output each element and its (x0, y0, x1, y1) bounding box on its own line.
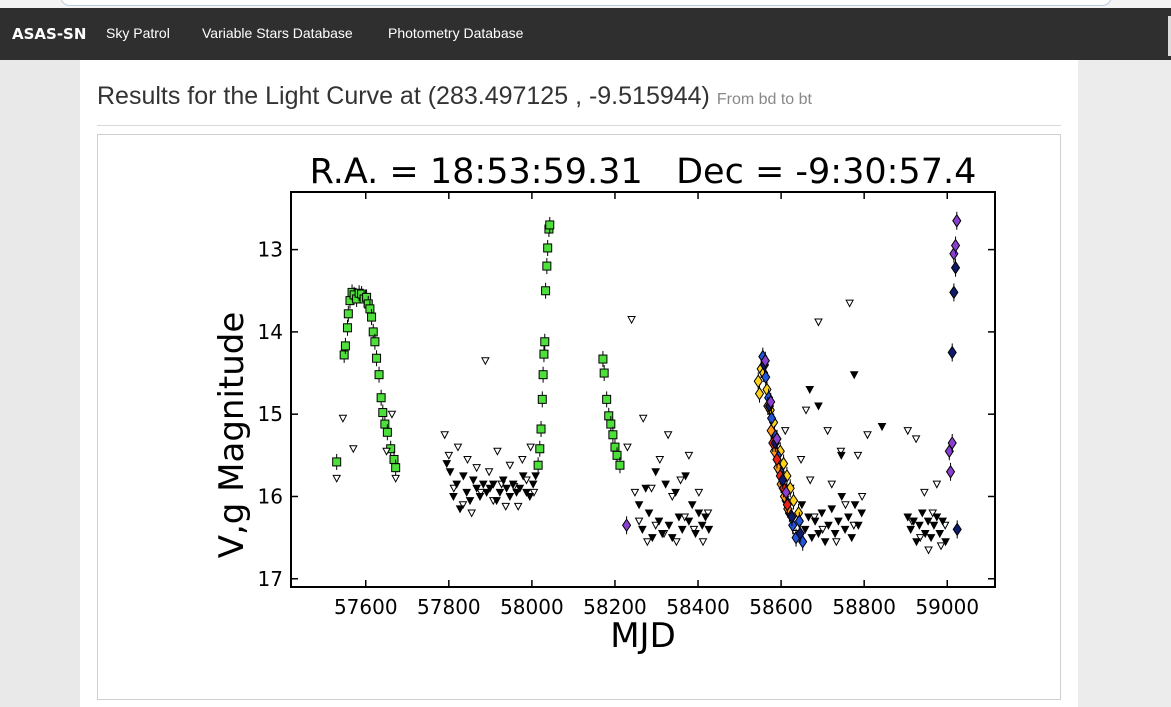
x-tick-label: 57800 (417, 595, 481, 619)
y-tick-label: 17 (258, 567, 283, 591)
x-tick-label: 59000 (915, 595, 979, 619)
x-tick-label: 57600 (334, 595, 398, 619)
light-curve-chart: R.A. = 18:53:59.31 Dec = -9:30:57.4 5760… (212, 152, 996, 656)
data-point-square (389, 454, 399, 464)
data-point-square (365, 304, 375, 314)
data-point-square (339, 350, 349, 360)
x-tick-label: 58800 (832, 595, 896, 619)
nav-link-variable-stars-database[interactable]: Variable Stars Database (202, 25, 353, 41)
data-point-square (610, 442, 620, 452)
nav-link-sky-patrol[interactable]: Sky Patrol (106, 25, 170, 41)
main-content: Results for the Light Curve at (283.4971… (80, 60, 1078, 707)
data-point-square (541, 286, 551, 296)
y-tick-label: 13 (258, 238, 283, 262)
data-point-square (545, 220, 555, 230)
data-point-square (533, 460, 543, 470)
browser-top-strip (0, 0, 1171, 8)
y-tick-label: 16 (258, 484, 283, 508)
data-point-square (372, 353, 382, 363)
data-point-square (604, 411, 614, 421)
data-point-square (536, 424, 546, 434)
data-point-square (367, 312, 377, 322)
data-point-square (343, 309, 353, 319)
data-point-square (535, 444, 545, 454)
y-axis-label: V,g Magnitude (212, 312, 252, 559)
data-point-square (370, 337, 380, 347)
data-point-square (374, 370, 384, 380)
data-point-square (537, 394, 547, 404)
data-point-square (602, 394, 612, 404)
light-curve-panel: R.A. = 18:53:59.31 Dec = -9:30:57.4 5760… (97, 134, 1061, 700)
chart-title: R.A. = 18:53:59.31 Dec = -9:30:57.4 (310, 152, 977, 192)
data-point-square (342, 323, 352, 333)
data-point-square (538, 370, 548, 380)
data-point-square (539, 349, 549, 359)
data-point-square (391, 463, 401, 473)
page-title-text: Results for the Light Curve at (283.4971… (97, 82, 710, 110)
data-point-square (599, 368, 609, 378)
data-point-square (608, 430, 618, 440)
data-point-square (542, 261, 552, 271)
brand-logo[interactable]: ASAS-SN (12, 25, 86, 43)
data-point-square (378, 408, 388, 418)
data-point-square (332, 457, 342, 467)
data-point-square (598, 354, 608, 364)
right-margin (1078, 60, 1171, 707)
data-point-square (540, 337, 550, 347)
y-tick-label: 15 (258, 402, 283, 426)
x-tick-label: 58600 (749, 595, 813, 619)
x-axis-label: MJD (610, 616, 676, 656)
top-navbar: ASAS-SN Sky Patrol Variable Stars Databa… (0, 8, 1171, 60)
data-point-square (606, 419, 616, 429)
data-point-square (382, 427, 392, 437)
data-point-square (368, 327, 378, 337)
page-subtitle: From bd to bt (716, 91, 812, 108)
title-divider (97, 125, 1061, 126)
data-point-square (543, 243, 553, 253)
y-tick-label: 14 (258, 320, 283, 344)
data-point-square (615, 460, 625, 470)
data-point-square (376, 393, 386, 403)
search-bar-edge[interactable] (60, 0, 1112, 6)
page-title: Results for the Light Curve at (283.4971… (97, 82, 812, 111)
x-tick-label: 58000 (500, 595, 564, 619)
data-point-square (340, 341, 350, 351)
nav-link-photometry-database[interactable]: Photometry Database (388, 25, 523, 41)
